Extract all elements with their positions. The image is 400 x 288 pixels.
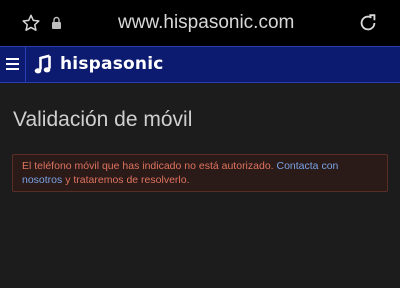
- alert-text-after: y trataremos de resolverlo.: [62, 173, 190, 186]
- page-title: Validación de móvil: [13, 108, 193, 131]
- header-divider: [25, 47, 26, 82]
- url-text[interactable]: www.hispasonic.com: [118, 10, 294, 36]
- browser-address-bar: www.hispasonic.com: [0, 0, 400, 46]
- error-alert: El teléfono móvil que has indicado no es…: [12, 154, 388, 192]
- menu-icon[interactable]: [6, 58, 19, 70]
- site-logo[interactable]: hispasonic: [60, 52, 164, 76]
- star-icon[interactable]: [21, 13, 41, 33]
- alert-text-before: El teléfono móvil que has indicado no es…: [22, 160, 277, 172]
- logo-icon[interactable]: [34, 54, 54, 75]
- lock-icon: [52, 16, 61, 29]
- site-header: hispasonic: [0, 46, 400, 83]
- reload-icon[interactable]: [357, 12, 379, 34]
